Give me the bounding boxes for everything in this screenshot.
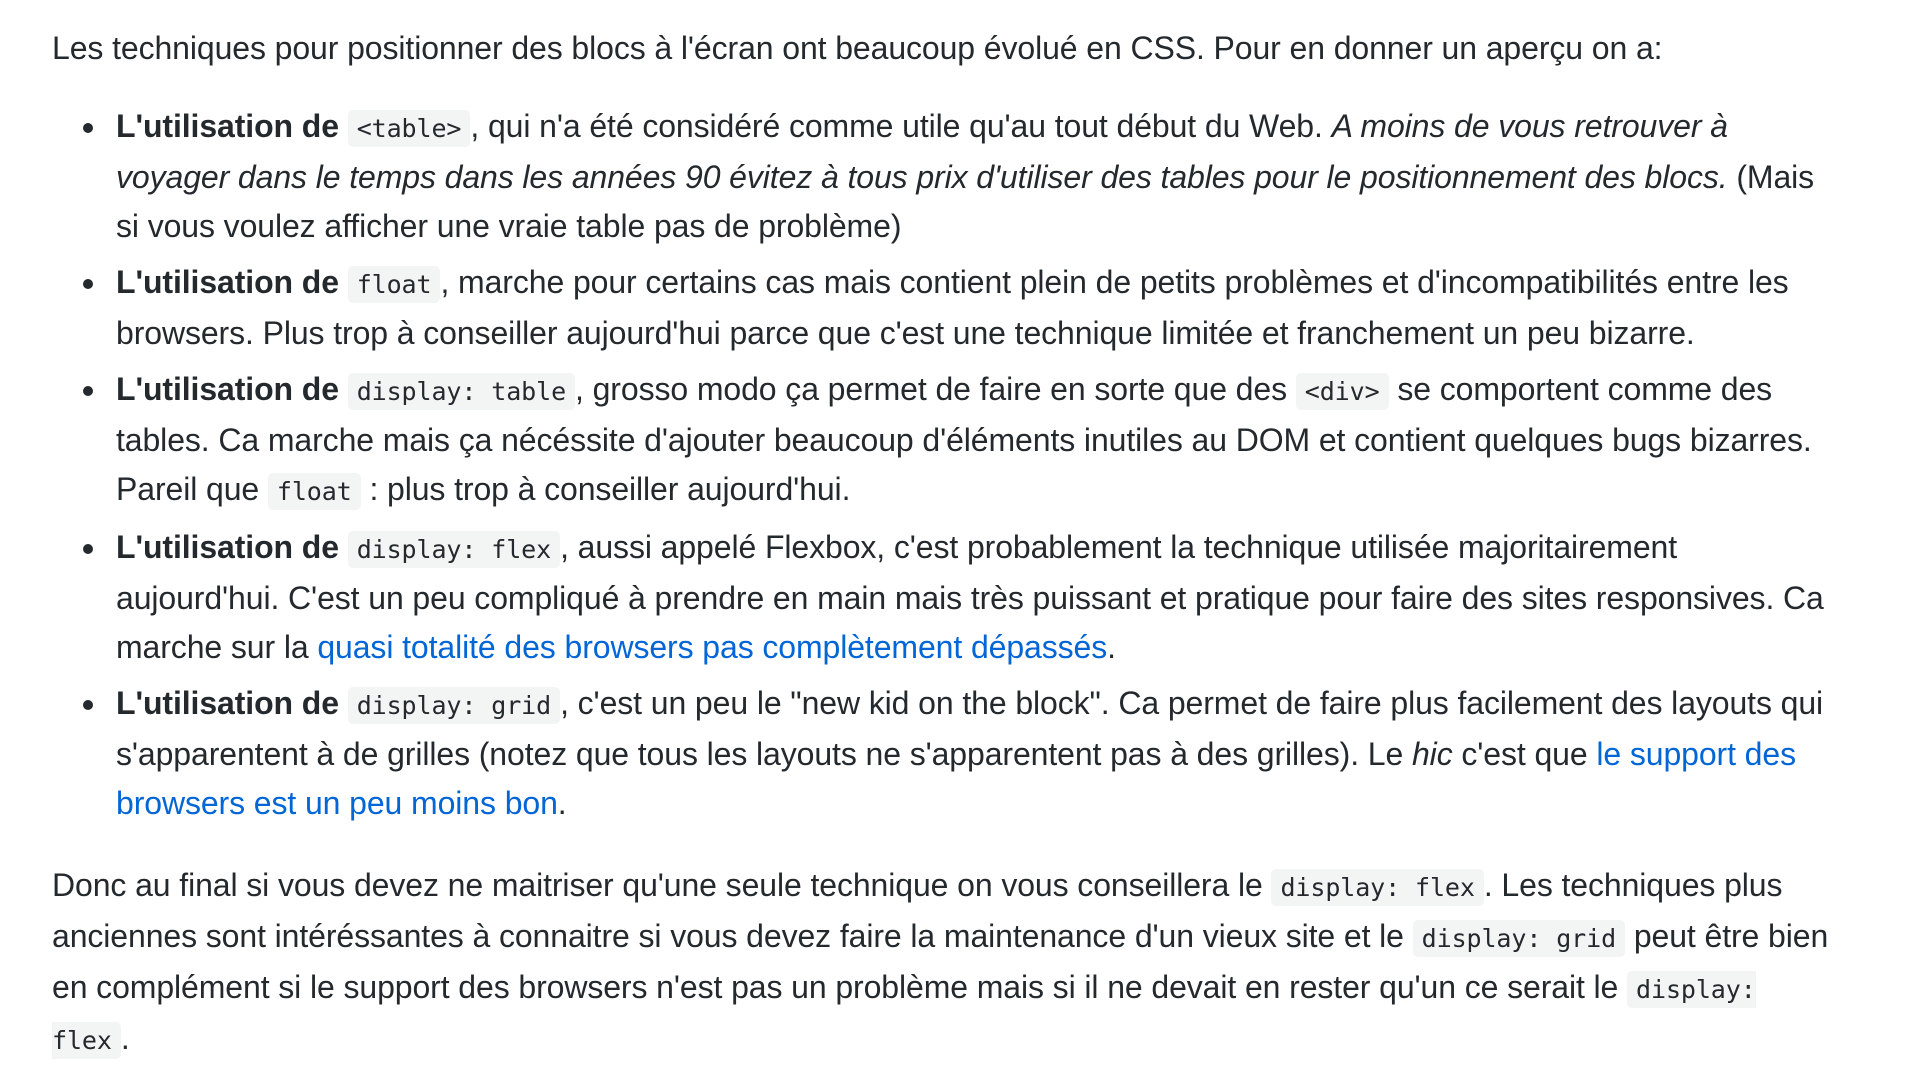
- conclusion-text-4: .: [120, 1020, 130, 1056]
- list-item-table: L'utilisation de <table>, qui n'a été co…: [83, 102, 1832, 251]
- item-text: , grosso modo ça permet de faire en sort…: [575, 371, 1296, 407]
- code-float: float: [347, 266, 441, 303]
- item-lead: L'utilisation de: [116, 529, 339, 565]
- code-table: <table>: [347, 110, 471, 147]
- conclusion-text-1: Donc au final si vous devez ne maitriser…: [52, 867, 1272, 903]
- item-lead: L'utilisation de: [116, 371, 339, 407]
- intro-paragraph: Les techniques pour positionner des bloc…: [52, 30, 1663, 66]
- list-item-display-flex: L'utilisation de display: flex, aussi ap…: [83, 523, 1832, 672]
- code-display-table: display: table: [347, 373, 576, 410]
- code-display-flex-conclusion: display: flex: [1271, 869, 1484, 906]
- item-text-3: : plus trop à conseiller aujourd'hui.: [360, 471, 851, 507]
- code-div: <div>: [1295, 373, 1389, 410]
- item-lead: L'utilisation de: [116, 264, 339, 300]
- code-display-flex: display: flex: [347, 531, 561, 568]
- techniques-list: L'utilisation de <table>, qui n'a été co…: [52, 102, 1832, 828]
- item-text-2: c'est que: [1452, 736, 1597, 772]
- code-display-grid: display: grid: [347, 687, 561, 724]
- item-text: , qui n'a été considéré comme utile qu'a…: [470, 108, 1332, 144]
- item-emphasis: hic: [1411, 736, 1453, 772]
- list-item-display-grid: L'utilisation de display: grid, c'est un…: [83, 679, 1832, 828]
- article-page: { "intro": "Les techniques pour position…: [0, 0, 1912, 1064]
- conclusion-paragraph: Donc au final si vous devez ne maitriser…: [52, 861, 1832, 1065]
- item-tail: .: [557, 785, 567, 821]
- list-item-float: L'utilisation de float, marche pour cert…: [83, 258, 1832, 358]
- list-item-display-table: L'utilisation de display: table, grosso …: [83, 365, 1832, 516]
- flexbox-support-link[interactable]: quasi totalité des browsers pas complète…: [317, 629, 1107, 665]
- item-lead: L'utilisation de: [116, 108, 339, 144]
- code-float-inline: float: [267, 473, 361, 510]
- item-lead: L'utilisation de: [116, 685, 339, 721]
- article-content: Les techniques pour positionner des bloc…: [52, 24, 1832, 1065]
- code-display-grid-conclusion: display: grid: [1412, 920, 1626, 957]
- item-tail: .: [1107, 629, 1116, 665]
